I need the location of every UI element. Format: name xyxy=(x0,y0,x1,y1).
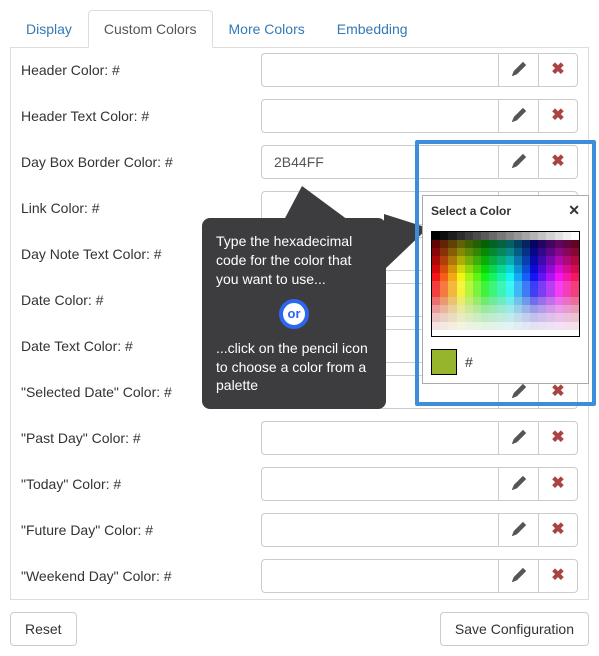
edit-color-button[interactable] xyxy=(498,421,538,455)
edit-color-button[interactable] xyxy=(498,513,538,547)
color-row: "Today" Color: # ✖ xyxy=(11,461,588,507)
hex-input[interactable] xyxy=(261,99,498,133)
x-icon: ✖ xyxy=(551,430,564,446)
hex-input[interactable] xyxy=(261,467,498,501)
tab-more-colors[interactable]: More Colors xyxy=(213,10,321,48)
x-icon: ✖ xyxy=(551,522,564,538)
close-icon[interactable]: ✕ xyxy=(568,202,580,219)
edit-color-button[interactable] xyxy=(498,53,538,87)
pencil-icon xyxy=(512,62,526,79)
x-icon: ✖ xyxy=(551,476,564,492)
callout-text-bottom: ...click on the pencil icon to choose a … xyxy=(216,339,372,396)
field-label: "Today" Color: # xyxy=(21,476,251,492)
footer: Reset Save Configuration xyxy=(10,600,589,646)
clear-color-button[interactable]: ✖ xyxy=(538,53,578,87)
field-label: Day Box Border Color: # xyxy=(21,154,251,170)
color-row: "Future Day" Color: # ✖ xyxy=(11,507,588,553)
color-row: Header Text Color: # ✖ xyxy=(11,93,588,139)
clear-color-button[interactable]: ✖ xyxy=(538,513,578,547)
tab-custom-colors[interactable]: Custom Colors xyxy=(88,10,213,48)
field-label: "Weekend Day" Color: # xyxy=(21,568,251,584)
hex-input[interactable] xyxy=(261,421,498,455)
color-row: "Weekend Day" Color: # ✖ xyxy=(11,553,588,599)
hex-input[interactable] xyxy=(261,559,498,593)
clear-color-button[interactable]: ✖ xyxy=(538,467,578,501)
color-row: Header Color: # ✖ xyxy=(11,47,588,93)
color-picker-body: # xyxy=(422,223,589,384)
field-label: "Future Day" Color: # xyxy=(21,522,251,538)
edit-color-button[interactable] xyxy=(498,99,538,133)
reset-button[interactable]: Reset xyxy=(10,612,77,646)
field-label: Link Color: # xyxy=(21,200,251,216)
tab-display[interactable]: Display xyxy=(10,10,88,48)
clear-color-button[interactable]: ✖ xyxy=(538,559,578,593)
hex-input[interactable] xyxy=(261,53,498,87)
tab-bar: Display Custom Colors More Colors Embedd… xyxy=(10,10,589,48)
pencil-icon xyxy=(512,430,526,447)
callout-text-top: Type the hexadecimal code for the color … xyxy=(216,232,372,289)
hex-input[interactable] xyxy=(261,513,498,547)
color-picker-header: Select a Color ✕ xyxy=(422,195,589,226)
edit-color-button[interactable] xyxy=(498,467,538,501)
pencil-icon xyxy=(512,568,526,585)
save-button[interactable]: Save Configuration xyxy=(440,612,589,646)
field-label: Header Text Color: # xyxy=(21,108,251,124)
color-swatch-grid[interactable] xyxy=(431,231,580,337)
pencil-icon xyxy=(512,476,526,493)
edit-color-button[interactable] xyxy=(498,559,538,593)
x-icon: ✖ xyxy=(551,108,564,124)
color-preview-row: # xyxy=(431,349,580,375)
clear-color-button[interactable]: ✖ xyxy=(538,99,578,133)
color-picker-title: Select a Color xyxy=(431,204,511,218)
clear-color-button[interactable]: ✖ xyxy=(538,421,578,455)
field-label: Header Color: # xyxy=(21,62,251,78)
color-preview-swatch xyxy=(431,349,457,375)
help-callout: Type the hexadecimal code for the color … xyxy=(202,218,386,409)
color-row: "Past Day" Color: # ✖ xyxy=(11,415,588,461)
hash-label: # xyxy=(465,354,473,370)
field-label: "Past Day" Color: # xyxy=(21,430,251,446)
x-icon: ✖ xyxy=(551,568,564,584)
pencil-icon xyxy=(512,522,526,539)
pencil-icon xyxy=(512,108,526,125)
x-icon: ✖ xyxy=(551,62,564,78)
or-badge: or xyxy=(279,299,309,329)
tab-embedding[interactable]: Embedding xyxy=(321,10,424,48)
